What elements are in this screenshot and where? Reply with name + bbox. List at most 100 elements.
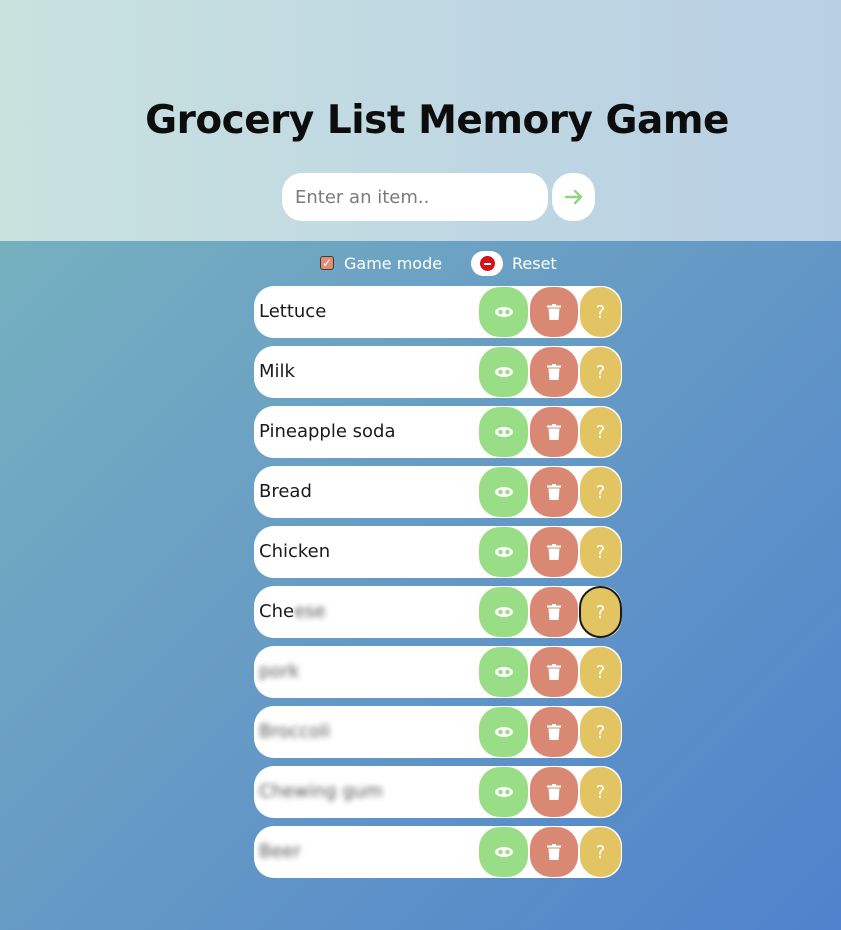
item-label: Broccoli [259, 721, 330, 742]
arrow-right-icon [564, 189, 582, 205]
trash-icon [547, 784, 561, 800]
hint-button[interactable]: ? [579, 766, 622, 818]
delete-item-button[interactable] [529, 646, 579, 698]
list-item: Beer? [254, 826, 622, 878]
hint-button[interactable]: ? [579, 286, 622, 338]
eye-mask-icon [494, 727, 513, 737]
hint-button[interactable]: ? [579, 706, 622, 758]
toggle-visibility-button[interactable] [478, 706, 529, 758]
hint-label: ? [595, 301, 606, 323]
game-mode-checkbox[interactable]: ✓ [320, 256, 334, 270]
item-text-hidden: pork [259, 661, 300, 682]
item-text-visible: Chicken [259, 541, 331, 562]
hint-button[interactable]: ? [579, 646, 622, 698]
item-text-hidden: Broccoli [259, 721, 331, 742]
hint-label: ? [595, 541, 606, 563]
item-label: Chicken [259, 541, 330, 562]
trash-icon [547, 604, 561, 620]
toggle-visibility-button[interactable] [478, 346, 529, 398]
minus-circle-icon [479, 256, 495, 271]
delete-item-button[interactable] [529, 526, 579, 578]
item-text-hidden: Beer [259, 841, 301, 862]
hint-button[interactable]: ? [579, 406, 622, 458]
delete-item-button[interactable] [529, 826, 579, 878]
item-label: pork [259, 661, 299, 682]
hint-label: ? [595, 481, 606, 503]
delete-item-button[interactable] [529, 706, 579, 758]
item-label: Bread [259, 481, 312, 502]
toggle-visibility-button[interactable] [478, 286, 529, 338]
reset-button[interactable] [471, 251, 503, 276]
hint-label: ? [595, 361, 606, 383]
item-label: Cheese [259, 601, 326, 622]
toggle-visibility-button[interactable] [478, 646, 529, 698]
eye-mask-icon [494, 607, 513, 617]
delete-item-button[interactable] [529, 586, 579, 638]
delete-item-button[interactable] [529, 766, 579, 818]
list-item: Milk? [254, 346, 622, 398]
eye-mask-icon [494, 847, 513, 857]
hint-button[interactable]: ? [579, 466, 622, 518]
toggle-visibility-button[interactable] [478, 586, 529, 638]
hint-label: ? [595, 661, 606, 683]
eye-mask-icon [494, 307, 513, 317]
eye-mask-icon [494, 367, 513, 377]
toggle-visibility-button[interactable] [478, 406, 529, 458]
list-item: Cheese? [254, 586, 622, 638]
hint-button[interactable]: ? [579, 346, 622, 398]
item-text-visible: Pineapple soda [259, 421, 396, 442]
trash-icon [547, 844, 561, 860]
toggle-visibility-button[interactable] [478, 766, 529, 818]
item-text-visible: Che [259, 601, 295, 622]
hint-label: ? [595, 781, 606, 803]
trash-icon [547, 304, 561, 320]
grocery-list: Lettuce? Milk? Pineapple soda? Bread? Chicke… [254, 286, 622, 886]
item-label: Milk [259, 361, 295, 382]
eye-mask-icon [494, 787, 513, 797]
list-item: pork? [254, 646, 622, 698]
game-mode-label: Game mode [344, 254, 443, 273]
hint-label: ? [595, 721, 606, 743]
delete-item-button[interactable] [529, 286, 579, 338]
item-text-hidden: Chewing gum [259, 781, 383, 802]
trash-icon [547, 724, 561, 740]
toggle-visibility-button[interactable] [478, 466, 529, 518]
item-text-visible: Bread [259, 481, 312, 502]
item-input[interactable] [282, 173, 548, 221]
header: Grocery List Memory Game [0, 0, 841, 241]
item-text-visible: Lettuce [259, 301, 327, 322]
toggle-visibility-button[interactable] [478, 826, 529, 878]
list-item: Broccoli? [254, 706, 622, 758]
page-title: Grocery List Memory Game [145, 98, 729, 143]
item-text-visible: Milk [259, 361, 295, 382]
controls-bar: ✓ Game mode Reset [0, 251, 841, 277]
hint-button[interactable]: ? [579, 526, 622, 578]
hint-button[interactable]: ? [579, 586, 622, 638]
toggle-visibility-button[interactable] [478, 526, 529, 578]
trash-icon [547, 484, 561, 500]
item-text-hidden: ese [294, 601, 326, 622]
list-item: Lettuce? [254, 286, 622, 338]
delete-item-button[interactable] [529, 466, 579, 518]
hint-button[interactable]: ? [579, 826, 622, 878]
delete-item-button[interactable] [529, 406, 579, 458]
trash-icon [547, 364, 561, 380]
item-label: Chewing gum [259, 781, 383, 802]
reset-label: Reset [512, 254, 557, 273]
list-item: Bread? [254, 466, 622, 518]
eye-mask-icon [494, 667, 513, 677]
trash-icon [547, 424, 561, 440]
eye-mask-icon [494, 487, 513, 497]
hint-label: ? [595, 841, 606, 863]
item-label: Pineapple soda [259, 421, 395, 442]
delete-item-button[interactable] [529, 346, 579, 398]
add-item-button[interactable] [552, 173, 595, 221]
trash-icon [547, 544, 561, 560]
hint-label: ? [595, 421, 606, 443]
hint-label: ? [595, 601, 606, 623]
list-item: Chicken? [254, 526, 622, 578]
item-label: Lettuce [259, 301, 326, 322]
list-item: Pineapple soda? [254, 406, 622, 458]
eye-mask-icon [494, 427, 513, 437]
list-item: Chewing gum? [254, 766, 622, 818]
